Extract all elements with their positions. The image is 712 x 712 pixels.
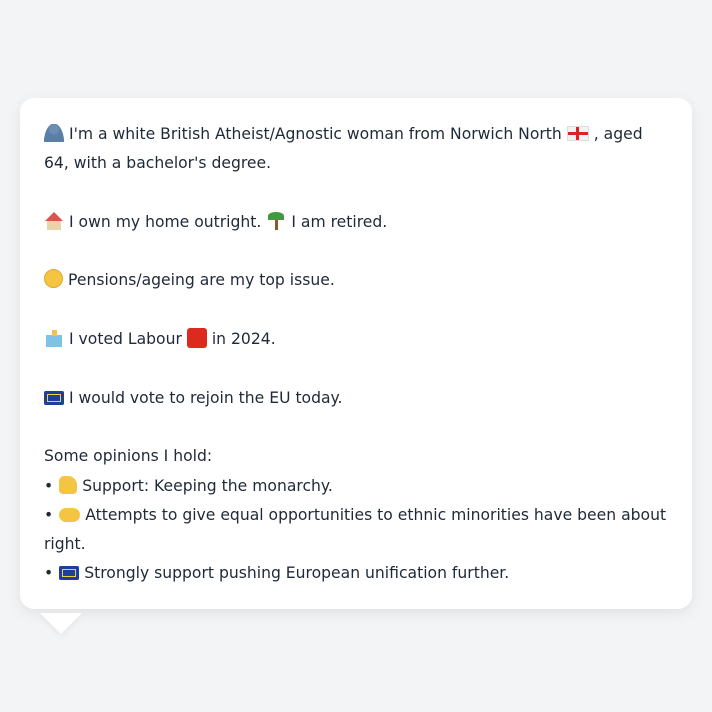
vote-paragraph: I voted Labour in 2024. [44, 325, 668, 354]
older-person-icon [44, 269, 63, 289]
persona-speech-bubble: I'm a white British Atheist/Agnostic wom… [20, 98, 692, 609]
opinion-item: • Strongly support pushing European unifi… [44, 559, 668, 588]
red-square-icon [186, 328, 207, 349]
eu-paragraph: I would vote to rejoin the EU today. [44, 384, 668, 413]
bullet: • [44, 564, 54, 583]
vote-year-text: in 2024. [211, 330, 276, 349]
opinion-text: Strongly support pushing European unific… [84, 564, 510, 583]
house-icon [44, 211, 64, 230]
opinion-item: • Support: Keeping the monarchy. [44, 472, 668, 501]
bust-silhouette-icon [44, 124, 64, 142]
opinion-item: • Attempts to give equal opportunities to… [44, 501, 668, 560]
identity-text: I'm a white British Atheist/Agnostic wom… [69, 125, 562, 143]
opinion-text: Support: Keeping the monarchy. [82, 476, 333, 495]
issue-text: Pensions/ageing are my top issue. [68, 271, 335, 290]
housing-paragraph: I own my home outright. I am retired. [44, 208, 668, 237]
vote-text: I voted Labour [69, 330, 182, 349]
eu-text: I would vote to rejoin the EU today. [69, 388, 343, 407]
opinions-heading: Some opinions I hold: [44, 447, 213, 466]
opinions-section: Some opinions I hold: • Support: Keeping … [44, 442, 668, 588]
ballot-box-icon [44, 329, 64, 348]
bullet: • [44, 505, 54, 524]
opinion-text: Attempts to give equal opportunities to … [44, 505, 667, 554]
england-flag-icon [566, 126, 589, 141]
speech-bubble-tail [40, 613, 82, 634]
thumbs-up-icon [59, 475, 78, 494]
eu-flag-icon [44, 390, 64, 405]
handshake-icon [59, 507, 81, 522]
eu-flag-icon [59, 566, 80, 581]
work-text: I am retired. [291, 212, 388, 231]
identity-paragraph: I'm a white British Atheist/Agnostic wom… [44, 120, 668, 179]
issue-paragraph: Pensions/ageing are my top issue. [44, 266, 668, 295]
bullet: • [44, 476, 54, 495]
housing-text: I own my home outright. [69, 212, 262, 231]
palm-tree-icon [266, 211, 287, 230]
